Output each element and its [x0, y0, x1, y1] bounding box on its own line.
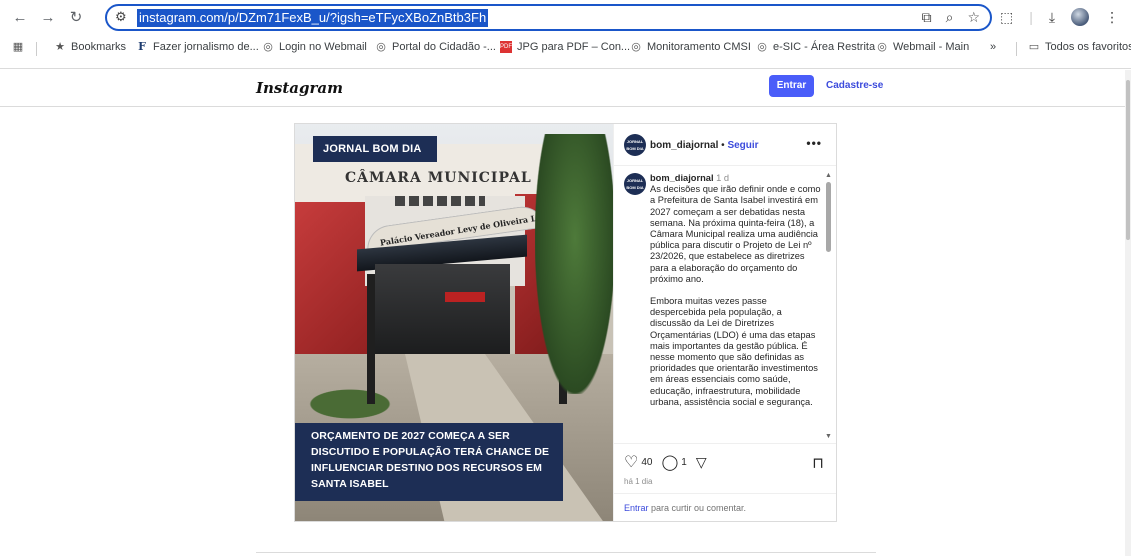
address-bar[interactable]: ⚙ instagram.com/p/DZm71FexB_u/?igsh=eTFy…: [105, 4, 992, 31]
login-prompt: Entrar para curtir ou comentar.: [614, 493, 836, 521]
bookmark-item[interactable]: ◎ Login no Webmail: [262, 41, 367, 53]
image-door-detail: [445, 292, 485, 302]
all-favorites[interactable]: ▭ Todos os favoritos: [1028, 41, 1131, 53]
caption-scrollbar[interactable]: ▲ ▼: [823, 170, 833, 442]
author-username[interactable]: bom_diajornal: [650, 140, 718, 151]
browser-toolbar: ← → ↻ ⚙ instagram.com/p/DZm71FexB_u/?igs…: [0, 0, 1131, 36]
headline-line: DISCUTIDO E POPULAÇÃO TERÁ CHANCE DE: [311, 446, 550, 458]
install-app-icon[interactable]: ⧉: [922, 9, 932, 26]
bookmarks-divider: [36, 42, 37, 56]
instagram-logo[interactable]: Instagram: [256, 79, 343, 97]
instagram-header: Instagram Entrar Cadastre-se: [0, 69, 1131, 107]
image-building-name: CÂMARA MUNICIPAL: [345, 170, 532, 186]
back-icon[interactable]: ←: [10, 8, 30, 28]
post-sidebar: JORNAL BOM DIA bom_diajornal • Seguir ••…: [613, 124, 836, 521]
globe-icon: ◎: [376, 41, 386, 53]
caption-area: JORNAL BOM DIA bom_diajornal 1 d As deci…: [614, 167, 836, 443]
headline-line: SANTA ISABEL: [311, 478, 389, 490]
pdf-icon: PDF: [500, 41, 512, 53]
caption-text: bom_diajornal 1 d As decisões que irão d…: [650, 173, 822, 408]
globe-icon: ◎: [263, 41, 273, 53]
page-scroll-thumb[interactable]: [1126, 80, 1130, 240]
page-footer-divider: [256, 552, 876, 553]
caption-gap: [650, 285, 822, 296]
apps-icon[interactable]: ▦: [12, 41, 24, 53]
menu-icon[interactable]: ⋮: [1105, 9, 1119, 26]
bookmark-item[interactable]: ◎ Portal do Cidadão -...: [375, 41, 496, 53]
caption-avatar[interactable]: JORNAL BOM DIA: [624, 173, 646, 195]
bookmark-item[interactable]: F Fazer jornalismo de...: [136, 40, 259, 54]
globe-icon: ◎: [631, 41, 641, 53]
comment-count: 1: [681, 457, 687, 468]
follow-button[interactable]: Seguir: [727, 140, 758, 151]
scroll-down-icon[interactable]: ▼: [825, 433, 832, 440]
signup-link[interactable]: Cadastre-se: [826, 80, 883, 91]
download-icon[interactable]: ⤓: [1049, 9, 1055, 26]
globe-icon: ◎: [757, 41, 767, 53]
bookmark-item[interactable]: ★ Bookmarks: [54, 41, 126, 53]
bookmark-item[interactable]: ◎ Monitoramento CMSI: [630, 41, 751, 53]
login-button[interactable]: Entrar: [769, 75, 814, 97]
bookmarks-divider: [1016, 42, 1017, 56]
caption-paragraph: As decisões que irão definir onde e como…: [650, 184, 821, 284]
author-line: bom_diajornal • Seguir: [650, 140, 759, 151]
globe-icon: ◎: [877, 41, 887, 53]
login-prompt-link[interactable]: Entrar: [624, 503, 649, 513]
caption-username[interactable]: bom_diajornal: [650, 173, 714, 183]
post-time: há 1 dia: [624, 477, 653, 486]
image-tag: JORNAL BOM DIA: [313, 136, 437, 162]
bookmark-star-icon[interactable]: ☆: [967, 9, 980, 26]
author-avatar[interactable]: JORNAL BOM DIA: [624, 134, 646, 156]
zoom-icon[interactable]: ⌕: [946, 9, 954, 26]
image-headline: ORÇAMENTO DE 2027 COMEÇA A SER DISCUTIDO…: [295, 423, 563, 501]
bookmarks-overflow[interactable]: »: [990, 41, 996, 53]
image-fence: [367, 274, 375, 404]
post-header: JORNAL BOM DIA bom_diajornal • Seguir ••…: [614, 124, 836, 166]
f-logo-icon: F: [138, 40, 146, 53]
more-options-icon[interactable]: •••: [806, 136, 822, 150]
scroll-up-icon[interactable]: ▲: [825, 172, 832, 179]
post-image[interactable]: CÂMARA MUNICIPAL Palácio Vereador Levy d…: [295, 124, 613, 521]
bookmark-item[interactable]: PDF JPG para PDF – Con...: [500, 41, 630, 53]
bookmark-item[interactable]: ◎ Webmail - Main: [876, 41, 969, 53]
reload-icon[interactable]: ↻: [66, 8, 86, 28]
bookmark-item[interactable]: ◎ e-SIC - Área Restrita: [756, 41, 875, 53]
image-entrance: [375, 264, 510, 354]
caption-time: 1 d: [716, 173, 730, 183]
extensions-icon[interactable]: ⬚: [1000, 9, 1013, 26]
profile-avatar[interactable]: [1071, 8, 1090, 26]
post-actions: ♡ 40 ◯ 1 ▽ ⊓ há 1 dia: [614, 443, 836, 493]
headline-line: INFLUENCIAR DESTINO DOS RECURSOS EM: [311, 462, 543, 474]
page-scrollbar[interactable]: [1125, 70, 1131, 556]
save-icon[interactable]: ⊓: [812, 454, 824, 472]
post-card: CÂMARA MUNICIPAL Palácio Vereador Levy d…: [294, 123, 837, 522]
star-icon: ★: [55, 41, 65, 53]
url-text[interactable]: instagram.com/p/DZm71FexB_u/?igsh=eTFycX…: [137, 9, 489, 27]
image-windows: [395, 196, 485, 206]
scroll-thumb[interactable]: [826, 182, 831, 252]
toolbar-divider: |: [1029, 9, 1033, 25]
like-count: 40: [641, 457, 653, 468]
caption-paragraph: Embora muitas vezes passe despercebida p…: [650, 296, 818, 407]
share-icon[interactable]: ▽: [696, 454, 707, 471]
separator-dot: •: [721, 140, 725, 151]
bookmarks-bar: ▦ ★ Bookmarks F Fazer jornalismo de... ◎ Lo…: [0, 38, 1131, 60]
image-hedge: [295, 384, 405, 424]
site-settings-icon[interactable]: ⚙: [115, 9, 127, 25]
forward-icon[interactable]: →: [38, 8, 58, 28]
like-icon[interactable]: ♡: [624, 454, 638, 471]
folder-icon: ▭: [1028, 41, 1040, 53]
headline-line: ORÇAMENTO DE 2027 COMEÇA A SER: [311, 430, 510, 442]
comment-icon[interactable]: ◯: [661, 454, 678, 471]
image-tree: [535, 134, 613, 394]
login-prompt-text: para curtir ou comentar.: [648, 503, 747, 513]
